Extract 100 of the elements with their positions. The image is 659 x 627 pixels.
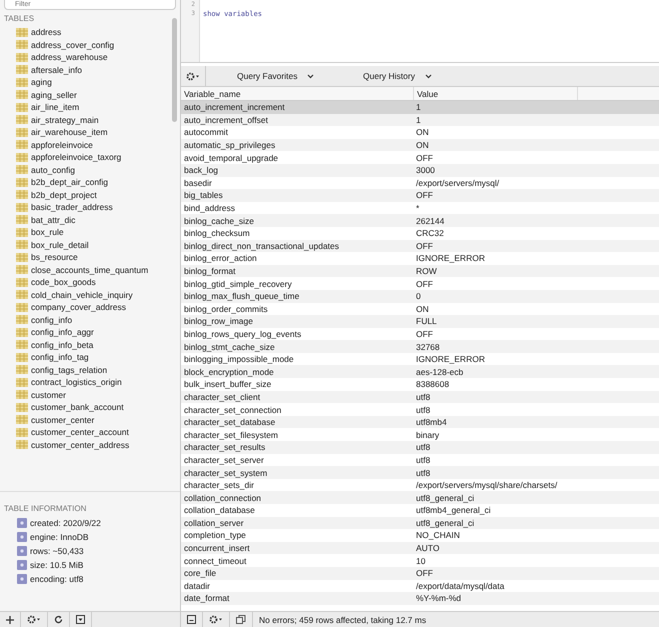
table-icon xyxy=(16,252,28,262)
result-row[interactable]: collation_connection utf8_general_ci xyxy=(181,491,659,504)
result-row[interactable]: basedir /export/servers/mysql/ xyxy=(181,176,659,190)
table-item[interactable]: customer_center_address xyxy=(0,438,172,451)
result-row[interactable]: automatic_sp_privileges ON xyxy=(181,138,659,152)
query-favorites-dropdown[interactable]: Query Favorites xyxy=(206,66,332,86)
result-row[interactable]: binlog_order_commits ON xyxy=(181,302,659,316)
result-row[interactable]: binlogging_impossible_mode IGNORE_ERROR xyxy=(181,352,659,366)
table-item[interactable]: customer_bank_account xyxy=(0,401,172,414)
result-row[interactable]: binlog_row_image FULL xyxy=(181,315,659,328)
result-row[interactable]: binlog_error_action IGNORE_ERROR xyxy=(181,252,659,265)
table-item[interactable]: aftersale_info xyxy=(0,64,172,76)
panel-icon xyxy=(187,615,196,624)
result-row[interactable]: character_set_database utf8mb4 xyxy=(181,416,659,428)
table-item[interactable]: company_cover_address xyxy=(0,301,172,314)
table-item[interactable]: basic_trader_address xyxy=(0,201,172,214)
table-item[interactable]: air_strategy_main xyxy=(0,114,172,126)
result-row[interactable]: datadir /export/data/mysql/data xyxy=(181,580,659,592)
result-row[interactable]: back_log 3000 xyxy=(181,164,659,177)
result-row[interactable]: collation_database utf8mb4_general_ci xyxy=(181,504,659,517)
table-icon xyxy=(16,440,28,450)
table-item[interactable]: aging_seller xyxy=(0,88,172,101)
table-item[interactable]: customer_center_account xyxy=(0,426,172,438)
result-row[interactable]: character_set_connection utf8 xyxy=(181,403,659,416)
column-header[interactable]: Value xyxy=(414,87,578,100)
table-item[interactable]: box_rule xyxy=(0,226,172,238)
table-item[interactable]: bat_attr_dic xyxy=(0,214,172,226)
result-row[interactable]: binlog_format ROW xyxy=(181,264,659,278)
table-item[interactable]: auto_config xyxy=(0,164,172,176)
result-row[interactable]: binlog_max_flush_queue_time 0 xyxy=(181,290,659,302)
table-name: cold_chain_vehicle_inquiry xyxy=(31,290,133,300)
result-row[interactable]: date_format %Y-%m-%d xyxy=(181,592,659,605)
table-item[interactable]: customer_center xyxy=(0,414,172,426)
result-row[interactable]: character_set_results utf8 xyxy=(181,441,659,454)
result-row[interactable]: binlog_cache_size 262144 xyxy=(181,214,659,227)
result-row[interactable]: connect_timeout 10 xyxy=(181,554,659,567)
result-row[interactable]: binlog_rows_query_log_events OFF xyxy=(181,328,659,340)
table-name: code_box_goods xyxy=(31,277,96,288)
table-cell-text: datadir xyxy=(183,580,211,591)
table-item[interactable]: config_info xyxy=(0,314,172,326)
result-row[interactable]: bind_address * xyxy=(181,202,659,214)
table-item[interactable]: customer xyxy=(0,388,172,401)
result-row[interactable]: concurrent_insert AUTO xyxy=(181,542,659,554)
column-header[interactable]: Variable_name xyxy=(181,87,414,100)
table-item[interactable]: appforeleinvoice_taxorg xyxy=(0,151,172,164)
table-name: customer_center xyxy=(31,414,94,425)
info-text: created: 2020/9/22 xyxy=(30,518,101,528)
table-item[interactable]: code_box_goods xyxy=(0,276,172,288)
table-item[interactable]: config_info_aggr xyxy=(0,326,172,338)
result-row[interactable]: big_tables OFF xyxy=(181,189,659,202)
result-row[interactable]: character_set_filesystem binary xyxy=(181,428,659,442)
table-item[interactable]: close_accounts_time_quantum xyxy=(0,264,172,276)
table-item[interactable]: cold_chain_vehicle_inquiry xyxy=(0,288,172,301)
result-row[interactable]: character_set_client utf8 xyxy=(181,390,659,404)
table-item[interactable]: b2b_dept_project xyxy=(0,188,172,201)
query-history-dropdown[interactable]: Query History xyxy=(332,66,442,86)
table-item[interactable]: config_tags_relation xyxy=(0,364,172,376)
result-row[interactable]: avoid_temporal_upgrade OFF xyxy=(181,151,659,164)
table-cell-text: /export/servers/mysql/ xyxy=(415,178,500,188)
result-row[interactable]: core_file OFF xyxy=(181,566,659,580)
result-row[interactable]: binlog_gtid_simple_recovery OFF xyxy=(181,277,659,290)
result-row[interactable]: character_set_system utf8 xyxy=(181,466,659,479)
table-cell-text: utf8 xyxy=(415,454,430,465)
table-item[interactable]: box_rule_detail xyxy=(0,238,172,251)
table-cell-text: 8388608 xyxy=(415,379,450,390)
result-row[interactable]: character_set_server utf8 xyxy=(181,454,659,466)
table-name: aging xyxy=(31,77,52,88)
table-item[interactable]: address_warehouse xyxy=(0,51,172,64)
table-cell-text: binlog_max_flush_queue_time xyxy=(183,291,300,302)
table-item[interactable]: b2b_dept_air_config xyxy=(0,176,172,188)
result-row[interactable]: binlog_stmt_cache_size 32768 xyxy=(181,340,659,353)
result-row[interactable]: bulk_insert_buffer_size 8388608 xyxy=(181,378,659,391)
table-item[interactable]: address xyxy=(0,26,172,38)
result-row[interactable]: block_encryption_mode aes-128-ecb xyxy=(181,365,659,378)
table-item[interactable]: config_info_tag xyxy=(0,351,172,364)
table-cell-text: automatic_sp_privileges xyxy=(183,140,276,150)
table-item[interactable]: aging xyxy=(0,76,172,88)
table-item[interactable]: bs_resource xyxy=(0,251,172,264)
result-row[interactable]: completion_type NO_CHAIN xyxy=(181,529,659,542)
result-row[interactable]: auto_increment_offset 1 xyxy=(181,114,659,126)
table-item[interactable]: appforeleinvoice xyxy=(0,138,172,151)
table-item[interactable]: air_warehouse_item xyxy=(0,126,172,138)
table-cell-text: 10 xyxy=(415,556,426,566)
table-cell-text: 0 xyxy=(415,291,421,302)
result-row[interactable]: auto_increment_increment 1 xyxy=(181,101,659,114)
result-row[interactable]: binlog_direct_non_transactional_updates OFF xyxy=(181,240,659,252)
table-cell-text: utf8 xyxy=(415,392,430,402)
table-item[interactable]: air_line_item xyxy=(0,101,172,114)
table-name: b2b_dept_project xyxy=(31,190,97,200)
table-cell-text: collation_server xyxy=(183,518,245,528)
result-row[interactable]: character_sets_dir /export/servers/mysql/share/charsets/ xyxy=(181,478,659,492)
table-name: box_rule xyxy=(31,227,64,238)
table-cell-text: core_file xyxy=(183,568,218,578)
result-row[interactable]: binlog_checksum CRC32 xyxy=(181,226,659,240)
scrollbar-thumb[interactable] xyxy=(172,18,177,122)
table-item[interactable]: address_cover_config xyxy=(0,38,172,51)
table-item[interactable]: contract_logistics_origin xyxy=(0,376,172,388)
table-item[interactable]: config_info_beta xyxy=(0,338,172,351)
result-row[interactable]: autocommit ON xyxy=(181,126,659,139)
result-row[interactable]: collation_server utf8_general_ci xyxy=(181,516,659,530)
